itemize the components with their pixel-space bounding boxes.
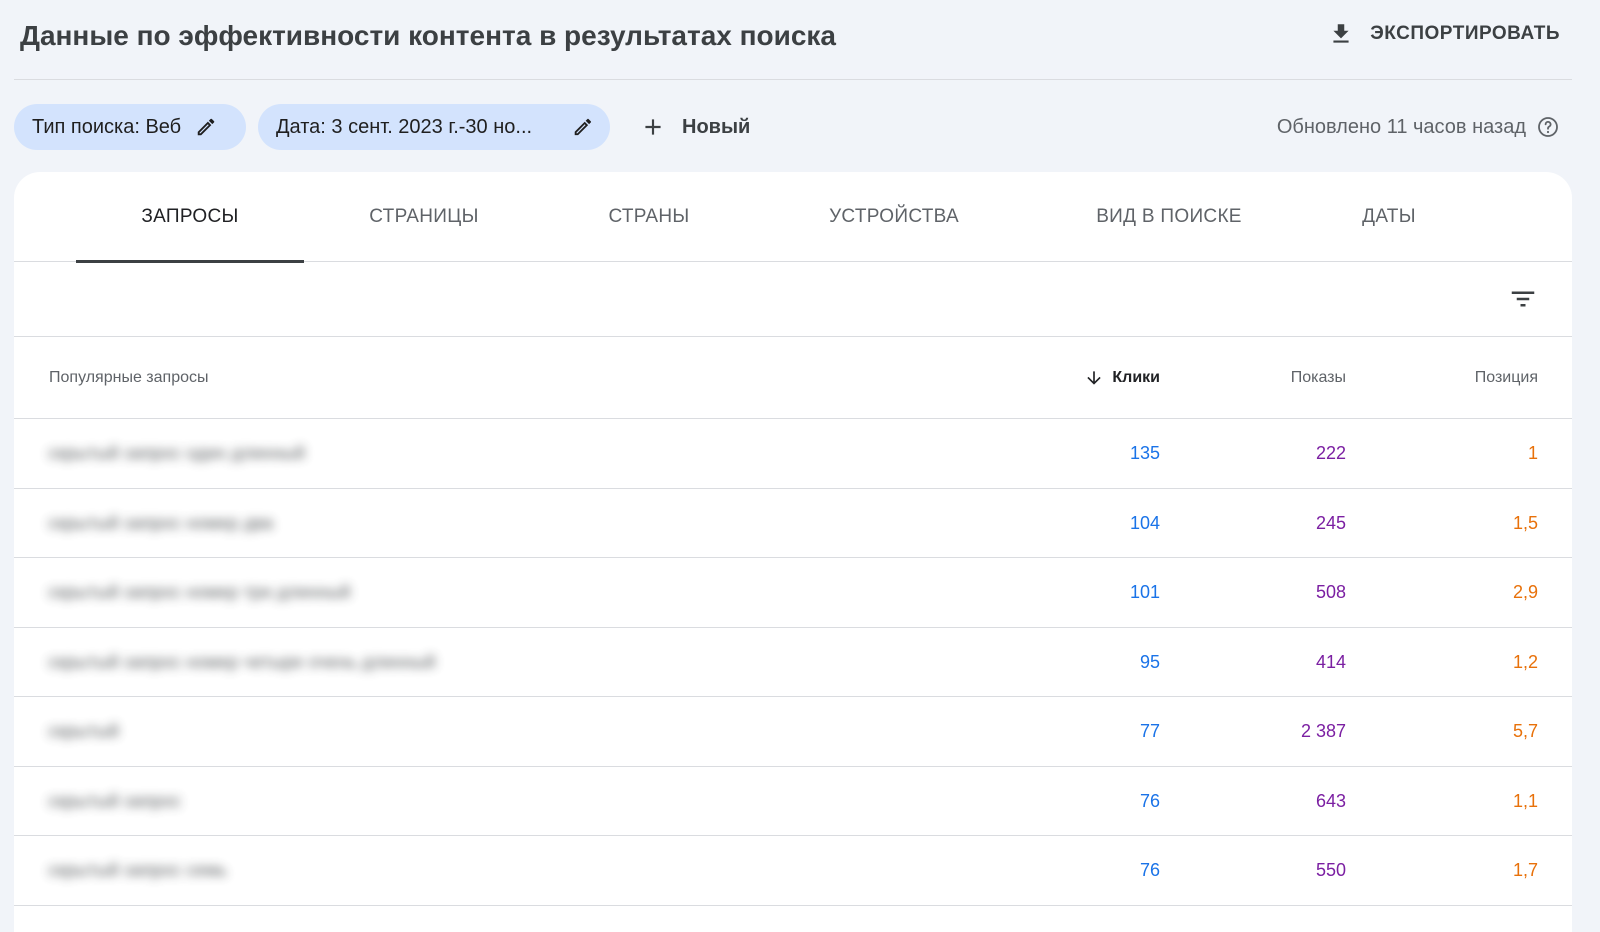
date-range-chip[interactable]: Дата: 3 сент. 2023 г.-30 но... — [258, 104, 610, 150]
impressions-cell: 2 387 — [1300, 721, 1346, 742]
clicks-cell: 95 — [1139, 651, 1160, 672]
date-range-label: Дата: 3 сент. 2023 г.-30 но... — [276, 115, 533, 138]
table-header: Популярные запросы Клики Показы Позиция — [14, 337, 1572, 419]
report-card: ЗАПРОСЫ СТРАНИЦЫ СТРАНЫ УСТРОЙСТВА ВИД В… — [14, 172, 1572, 932]
impressions-cell: 222 — [1315, 443, 1346, 464]
query-cell: скрытый — [48, 721, 120, 742]
tab-dates[interactable]: ДАТЫ — [1334, 172, 1444, 262]
table-row[interactable]: скрытый запрос номер три длинный 101 508… — [14, 558, 1572, 628]
tab-devices[interactable]: УСТРОЙСТВА — [794, 172, 994, 262]
impressions-cell: 643 — [1315, 790, 1346, 811]
arrow-down-icon — [1087, 371, 1102, 385]
dimension-tabs: ЗАПРОСЫ СТРАНИЦЫ СТРАНЫ УСТРОЙСТВА ВИД В… — [14, 172, 1572, 263]
download-icon — [1333, 24, 1349, 43]
clicks-cell: 101 — [1129, 582, 1160, 603]
tab-pages[interactable]: СТРАНИЦЫ — [324, 172, 524, 262]
export-label: ЭКСПОРТИРОВАТЬ — [1370, 23, 1560, 44]
query-cell: скрытый запрос семь — [48, 860, 227, 881]
impressions-cell: 245 — [1315, 512, 1346, 533]
tab-queries[interactable]: ЗАПРОСЫ — [76, 172, 304, 263]
position-cell: 1 — [1527, 443, 1538, 464]
column-header-impressions[interactable]: Показы — [1291, 337, 1346, 419]
column-header-clicks[interactable]: Клики — [1084, 337, 1160, 419]
position-cell: 1,5 — [1512, 512, 1538, 533]
last-updated-text: Обновлено 11 часов назад — [1276, 115, 1526, 138]
column-header-position[interactable]: Позиция — [1475, 337, 1538, 419]
tab-search-appearance[interactable]: ВИД В ПОИСКЕ — [1054, 172, 1284, 262]
table-body: скрытый запрос один длинный 135 222 1 ск… — [14, 419, 1572, 906]
clicks-cell: 76 — [1139, 860, 1160, 881]
tab-countries[interactable]: СТРАНЫ — [574, 172, 724, 262]
clicks-cell: 77 — [1139, 721, 1160, 742]
position-cell: 5,7 — [1512, 721, 1538, 742]
search-type-chip[interactable]: Тип поиска: Веб — [14, 104, 246, 150]
query-cell: скрытый запрос номер четыре очень длинны… — [48, 651, 436, 672]
clicks-cell: 76 — [1139, 790, 1160, 811]
column-header-query: Популярные запросы — [49, 369, 209, 386]
plus-icon — [645, 119, 661, 135]
filter-list-icon[interactable] — [1508, 284, 1538, 314]
position-cell: 2,9 — [1512, 582, 1538, 603]
query-cell: скрытый запрос номер два — [48, 512, 274, 533]
table-row[interactable]: скрытый запрос 76 643 1,1 — [14, 767, 1572, 836]
impressions-cell: 414 — [1315, 651, 1346, 672]
query-cell: скрытый запрос один длинный — [48, 443, 306, 464]
filter-chips: Тип поиска: Веб Дата: 3 сент. 2023 г.-30… — [14, 104, 1572, 150]
position-cell: 1,1 — [1512, 790, 1538, 811]
last-updated: Обновлено 11 часов назад — [1277, 104, 1560, 150]
help-circle-icon[interactable] — [1536, 115, 1560, 139]
column-header-clicks-label: Клики — [1112, 369, 1160, 386]
page-header: Данные по эффективности контента в резул… — [14, 0, 1572, 80]
new-filter-label: Новый — [682, 115, 751, 138]
pencil-icon — [574, 118, 592, 136]
table-row[interactable]: скрытый запрос семь 76 550 1,7 — [14, 836, 1572, 906]
position-cell: 1,2 — [1512, 651, 1538, 672]
search-type-label: Тип поиска: Веб — [32, 115, 182, 138]
new-filter-button[interactable]: Новый — [640, 104, 750, 150]
query-cell: скрытый запрос — [48, 790, 182, 811]
export-button[interactable]: ЭКСПОРТИРОВАТЬ — [1328, 18, 1560, 50]
table-row[interactable]: скрытый запрос номер два 104 245 1,5 — [14, 489, 1572, 558]
table-filter-bar — [14, 262, 1572, 337]
table-row[interactable]: скрытый запрос один длинный 135 222 1 — [14, 419, 1572, 489]
pencil-icon — [197, 118, 215, 136]
table-row[interactable]: скрытый 77 2 387 5,7 — [14, 697, 1572, 767]
impressions-cell: 550 — [1315, 860, 1346, 881]
page-title: Данные по эффективности контента в резул… — [20, 20, 837, 51]
position-cell: 1,7 — [1512, 860, 1538, 881]
table-row[interactable]: скрытый запрос номер четыре очень длинны… — [14, 628, 1572, 697]
impressions-cell: 508 — [1315, 582, 1346, 603]
clicks-cell: 135 — [1129, 443, 1160, 464]
query-cell: скрытый запрос номер три длинный — [48, 582, 351, 603]
clicks-cell: 104 — [1129, 512, 1160, 533]
